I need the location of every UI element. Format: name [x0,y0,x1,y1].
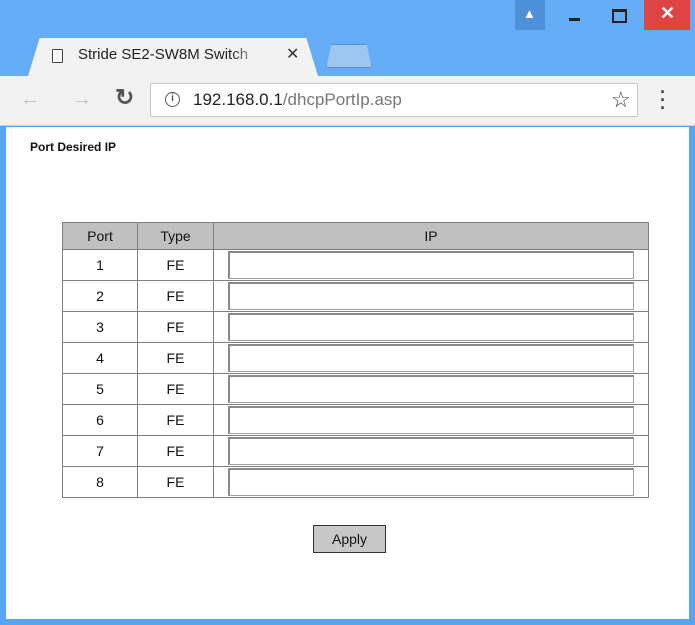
header-ip: IP [213,222,649,250]
table-row: 4 FE [62,342,649,374]
port-cell: 2 [62,280,138,312]
reload-icon[interactable]: ↻ [115,84,134,111]
port-cell: 1 [62,249,138,281]
table-row: 2 FE [62,280,649,312]
ip-cell [213,373,649,405]
close-icon: ✕ [660,3,676,23]
ip-input-port-6[interactable] [228,406,634,434]
port-cell: 8 [62,466,138,498]
url-host: 192.168.0.1 [193,90,283,109]
apply-button[interactable]: Apply [313,525,386,553]
tab-title[interactable]: Stride SE2-SW8M Switch [78,46,268,63]
forward-arrow-icon[interactable]: → [72,88,92,111]
port-cell: 5 [62,373,138,405]
maximize-button[interactable] [600,0,636,30]
ip-input-port-3[interactable] [228,313,634,341]
info-icon[interactable]: i [165,92,180,107]
header-type: Type [137,222,214,250]
header-port: Port [62,222,138,250]
page-icon [52,49,63,63]
kebab-menu-icon[interactable]: · · · [660,83,666,117]
new-tab-button[interactable] [326,44,372,68]
ip-cell [213,404,649,436]
browser-toolbar: ← → ↻ i 192.168.0.1/dhcpPortIp.asp ☆ · · · [0,76,695,126]
url-text[interactable]: 192.168.0.1/dhcpPortIp.asp [193,90,402,110]
browser-window: Stride SE2-SW8M Switch ✕ ▲ ✕ ← → ↻ i 192… [0,0,695,625]
address-bar[interactable]: i 192.168.0.1/dhcpPortIp.asp ☆ [150,83,638,117]
ip-input-port-7[interactable] [228,437,634,465]
table-row: 1 FE [62,249,649,281]
back-arrow-icon[interactable]: ← [20,88,40,111]
minimize-icon [569,18,580,21]
type-cell: FE [137,342,214,374]
ip-input-port-2[interactable] [228,282,634,310]
type-cell: FE [137,311,214,343]
table-header-row: Port Type IP [62,222,649,250]
table-row: 5 FE [62,373,649,405]
table-row: 3 FE [62,311,649,343]
close-window-button[interactable]: ✕ [644,0,690,30]
type-cell: FE [137,280,214,312]
port-cell: 7 [62,435,138,467]
ip-input-port-5[interactable] [228,375,634,403]
minimize-button[interactable] [557,0,593,30]
ip-input-port-1[interactable] [228,251,634,279]
ip-input-port-8[interactable] [228,468,634,496]
port-cell: 3 [62,311,138,343]
ip-cell [213,280,649,312]
type-cell: FE [137,466,214,498]
user-profile-button[interactable]: ▲ [515,0,545,30]
ip-cell [213,466,649,498]
table-row: 7 FE [62,435,649,467]
maximize-icon [612,9,627,23]
user-icon: ▲ [523,6,536,21]
url-path: /dhcpPortIp.asp [282,90,402,109]
port-ip-table: Port Type IP 1 FE 2 FE 3 FE 4 FE 5 FE 6 … [62,222,649,498]
ip-cell [213,435,649,467]
port-cell: 4 [62,342,138,374]
port-cell: 6 [62,404,138,436]
type-cell: FE [137,435,214,467]
table-row: 8 FE [62,466,649,498]
tab-close-icon[interactable]: ✕ [286,44,299,64]
type-cell: FE [137,373,214,405]
ip-cell [213,342,649,374]
type-cell: FE [137,404,214,436]
table-row: 6 FE [62,404,649,436]
ip-cell [213,249,649,281]
ip-input-port-4[interactable] [228,344,634,372]
page-title: Port Desired IP [30,140,117,154]
type-cell: FE [137,249,214,281]
bookmark-star-icon[interactable]: ☆ [611,87,631,113]
ip-cell [213,311,649,343]
